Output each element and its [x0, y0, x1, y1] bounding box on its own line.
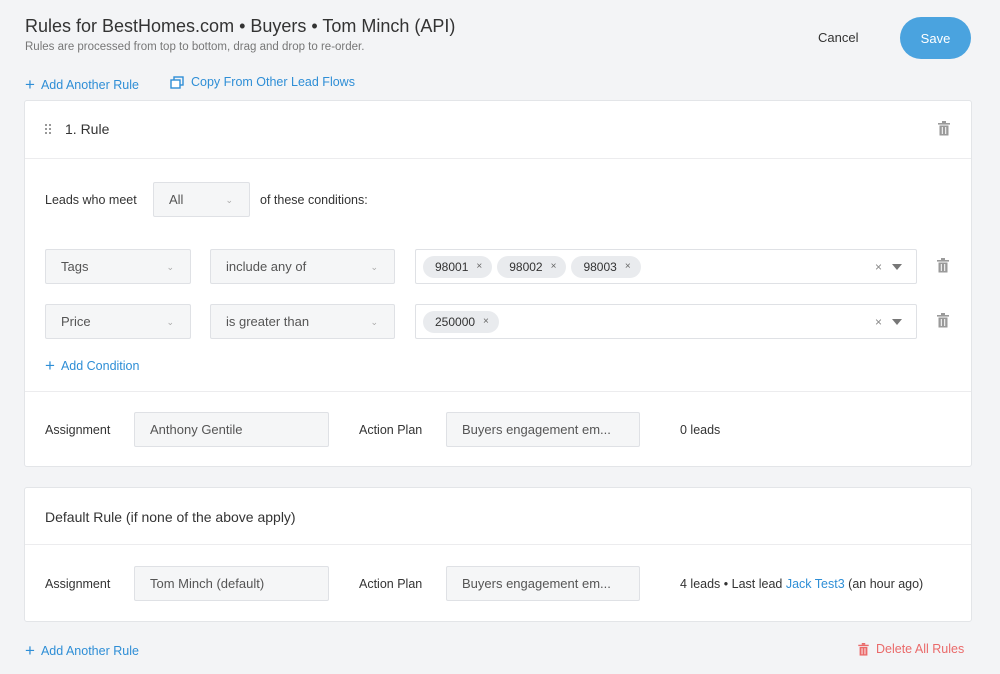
match-type-select[interactable]: All ⌄ [153, 182, 250, 217]
default-rule-title: Default Rule (if none of the above apply… [45, 509, 296, 525]
trash-icon[interactable] [937, 258, 949, 273]
last-lead-link[interactable]: Jack Test3 [786, 577, 845, 591]
save-button[interactable]: Save [900, 17, 971, 59]
remove-chip-icon[interactable]: × [483, 316, 489, 327]
rule-title-row[interactable]: 1. Rule [45, 121, 109, 137]
copy-from-other-lead-flows-label: Copy From Other Lead Flows [191, 75, 355, 89]
add-another-rule-label: Add Another Rule [40, 643, 139, 658]
remove-chip-icon[interactable]: × [625, 261, 631, 272]
clear-icon[interactable]: × [875, 315, 882, 329]
dropdown-caret-icon[interactable] [892, 319, 902, 325]
chip-label: 98002 [509, 259, 543, 274]
cancel-button[interactable]: Cancel [818, 30, 858, 45]
action-plan-label: Action Plan [359, 423, 423, 437]
chevron-down-icon: ⌄ [166, 262, 174, 272]
assignment-label: Assignment [45, 577, 111, 591]
value-chip: 98003 × [571, 255, 641, 278]
condition-operator-select[interactable]: is greater than ⌄ [210, 304, 395, 339]
add-another-rule-top-link[interactable]: + Add Another Rule [25, 76, 139, 93]
assignment-label: Assignment [45, 423, 111, 437]
default-rule-card: Default Rule (if none of the above apply… [24, 487, 972, 622]
leads-who-meet-label: Leads who meet [45, 193, 137, 207]
chevron-down-icon: ⌄ [225, 195, 233, 205]
condition-field-value: Tags [61, 259, 89, 274]
match-type-value: All [169, 192, 184, 207]
default-assignment-field[interactable]: Tom Minch (default) [134, 566, 329, 601]
trash-icon[interactable] [938, 121, 950, 136]
delete-all-rules-link[interactable]: Delete All Rules [858, 642, 964, 656]
chevron-down-icon: ⌄ [166, 317, 174, 327]
divider [25, 158, 971, 159]
condition-values-field[interactable]: 250000 × × [415, 304, 917, 339]
drag-handle-icon[interactable] [45, 124, 51, 134]
add-another-rule-label: Add Another Rule [40, 77, 139, 92]
clear-icon[interactable]: × [875, 260, 882, 274]
default-rule-stats: 4 leads • Last lead Jack Test3 (an hour … [680, 577, 923, 591]
add-another-rule-bottom-link[interactable]: + Add Another Rule [25, 642, 139, 659]
page-title: Rules for BestHomes.com • Buyers • Tom M… [25, 16, 456, 36]
rule-card: 1. Rule Leads who meet All ⌄ of these co… [24, 100, 972, 467]
add-condition-link[interactable]: + Add Condition [45, 357, 139, 374]
last-lead-time: (an hour ago) [848, 577, 924, 591]
divider [25, 391, 971, 392]
plus-icon: + [45, 356, 55, 375]
of-these-conditions-label: of these conditions: [260, 193, 368, 207]
value-chip: 98002 × [497, 255, 567, 278]
divider [25, 544, 971, 545]
value-chip: 98001 × [423, 255, 493, 278]
chevron-down-icon: ⌄ [370, 317, 378, 327]
plus-icon: + [25, 75, 35, 94]
assignment-field[interactable]: Anthony Gentile [134, 412, 329, 447]
trash-icon [858, 642, 869, 656]
copy-from-other-lead-flows-link[interactable]: Copy From Other Lead Flows [170, 75, 355, 89]
copy-icon [170, 75, 184, 89]
lead-count: 0 leads [680, 423, 721, 437]
condition-operator-select[interactable]: include any of ⌄ [210, 249, 395, 284]
delete-all-rules-label: Delete All Rules [876, 642, 965, 656]
value-chip: 250000 × [423, 310, 499, 333]
action-plan-label: Action Plan [359, 577, 423, 591]
lead-stats-text: 4 leads • Last lead [680, 577, 783, 591]
field-controls: × [875, 260, 902, 274]
default-action-plan-field[interactable]: Buyers engagement em... [446, 566, 640, 601]
trash-icon[interactable] [937, 313, 949, 328]
condition-operator-value: is greater than [226, 314, 310, 329]
chevron-down-icon: ⌄ [370, 262, 378, 272]
condition-operator-value: include any of [226, 259, 307, 274]
page-subtitle: Rules are processed from top to bottom, … [25, 41, 365, 53]
action-plan-field[interactable]: Buyers engagement em... [446, 412, 640, 447]
remove-chip-icon[interactable]: × [551, 261, 557, 272]
condition-field-value: Price [61, 314, 91, 329]
chip-label: 98001 [435, 259, 469, 274]
condition-values-field[interactable]: 98001 × 98002 × 98003 × × [415, 249, 917, 284]
condition-field-select[interactable]: Tags ⌄ [45, 249, 191, 284]
rule-title: 1. Rule [65, 121, 110, 137]
chip-label: 98003 [583, 259, 617, 274]
remove-chip-icon[interactable]: × [476, 261, 482, 272]
dropdown-caret-icon[interactable] [892, 264, 902, 270]
chip-label: 250000 [435, 314, 476, 329]
condition-field-select[interactable]: Price ⌄ [45, 304, 191, 339]
field-controls: × [875, 315, 902, 329]
plus-icon: + [25, 641, 35, 660]
add-condition-label: Add Condition [60, 358, 140, 373]
